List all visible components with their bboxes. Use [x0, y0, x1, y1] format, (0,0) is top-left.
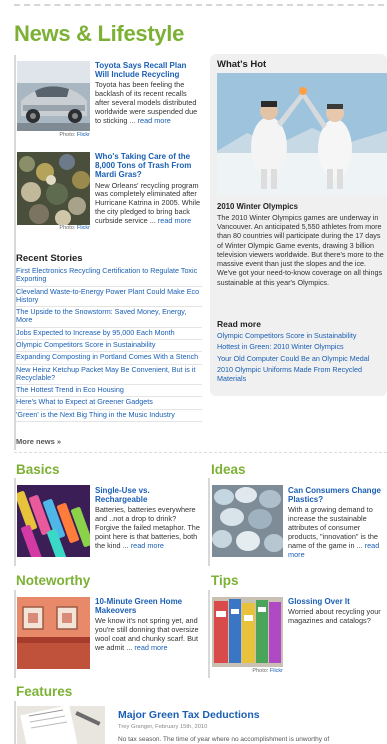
basics-rule [14, 478, 16, 566]
list-item[interactable]: Here's What to Expect at Greener Gadgets [16, 397, 202, 410]
toyota-story: Toyota Says Recall Plan Will Include Rec… [95, 61, 202, 126]
tips-rule [208, 590, 210, 678]
ideas-heading: Ideas [211, 462, 246, 477]
ideas-story: Can Consumers Change Plastics? With a gr… [288, 486, 387, 560]
whats-hot-heading: What's Hot [217, 59, 267, 70]
noteworthy-heading: Noteworthy [16, 573, 91, 588]
flickr-link[interactable]: Flickr [270, 668, 283, 674]
read-more-heading: Read more [217, 319, 261, 329]
features-heading: Features [16, 684, 73, 699]
list-item[interactable]: First Electronics Recycling Certificatio… [16, 266, 202, 287]
section-divider [14, 452, 387, 453]
list-item[interactable]: Jobs Expected to Increase by 95,000 Each… [16, 328, 202, 340]
feature-excerpt: No tax season. The time of year where no… [118, 736, 330, 743]
story-title[interactable]: 10-Minute Green Home Makeovers [95, 597, 202, 615]
basics-story: Single-Use vs. Rechargeable Batteries, b… [95, 486, 202, 551]
basics-heading: Basics [16, 462, 60, 477]
tax-form-image[interactable] [17, 706, 105, 744]
feature-byline: Trey Granger, February 15th, 2010 [118, 724, 208, 730]
list-item[interactable]: Olympic Competitors Score in Sustainabil… [16, 340, 202, 353]
photo-credit: Photo: Flickr [59, 225, 90, 231]
feature-title[interactable]: Major Green Tax Deductions [118, 709, 260, 722]
page-title: News & Lifestyle [14, 21, 185, 46]
top-divider [14, 4, 384, 6]
flickr-link[interactable]: Flickr [77, 132, 90, 138]
read-more-link[interactable]: read more [138, 116, 171, 125]
read-more-link[interactable]: read more [134, 643, 167, 652]
list-item[interactable]: The Upside to the Snowstorm: Saved Money… [16, 307, 202, 328]
ideas-rule [208, 478, 210, 566]
read-more-list: Olympic Competitors Score in Sustainabil… [217, 331, 385, 386]
mardi-gras-story: Who's Taking Care of the 8,000 Tons of T… [95, 152, 202, 226]
read-more-link[interactable]: read more [131, 541, 164, 550]
list-item[interactable]: New Heinz Ketchup Packet May Be Convenie… [16, 365, 202, 386]
olympics-body: The 2010 Winter Olympics games are under… [217, 213, 384, 287]
list-item[interactable]: The Hottest Trend in Eco Housing [16, 385, 202, 398]
story-title[interactable]: Glossing Over It [288, 597, 387, 606]
list-item[interactable]: Expanding Composting in Portland Comes W… [16, 352, 202, 365]
story-excerpt: Worried about recycling your magazines a… [288, 607, 381, 626]
list-item[interactable]: 2010 Olympic Uniforms Made From Recycled… [217, 366, 385, 386]
home-makeover-image[interactable] [17, 597, 90, 669]
recent-stories-list: First Electronics Recycling Certificatio… [16, 266, 202, 422]
tips-heading: Tips [211, 573, 239, 588]
list-item[interactable]: Cleveland Waste-to-Energy Power Plant Co… [16, 287, 202, 308]
tips-story: Glossing Over It Worried about recycling… [288, 597, 387, 626]
read-more-link[interactable]: read more [158, 216, 191, 225]
noteworthy-story: 10-Minute Green Home Makeovers We know i… [95, 597, 202, 653]
flickr-link[interactable]: Flickr [77, 225, 90, 231]
more-news-link[interactable]: More news » [16, 437, 61, 446]
mardi-gras-trash-image[interactable] [17, 152, 90, 225]
photo-credit: Photo: Flickr [252, 668, 283, 674]
olympics-subtitle[interactable]: 2010 Winter Olympics [217, 202, 298, 212]
noteworthy-rule [14, 590, 16, 678]
winter-olympics-image[interactable] [217, 73, 387, 195]
story-title[interactable]: Can Consumers Change Plastics? [288, 486, 387, 504]
features-rule [14, 701, 16, 744]
plastics-image[interactable] [212, 485, 283, 557]
story-title[interactable]: Who's Taking Care of the 8,000 Tons of T… [95, 152, 202, 180]
story-title[interactable]: Single-Use vs. Rechargeable [95, 486, 202, 504]
toyota-story-image[interactable] [17, 61, 90, 131]
recent-stories-heading: Recent Stories [16, 253, 83, 264]
list-item[interactable]: 'Green' is the Next Big Thing in the Mus… [16, 410, 202, 422]
batteries-image[interactable] [17, 485, 90, 557]
story-title[interactable]: Toyota Says Recall Plan Will Include Rec… [95, 61, 202, 79]
magazines-image[interactable] [212, 597, 283, 667]
photo-credit: Photo: Flickr [59, 132, 90, 138]
